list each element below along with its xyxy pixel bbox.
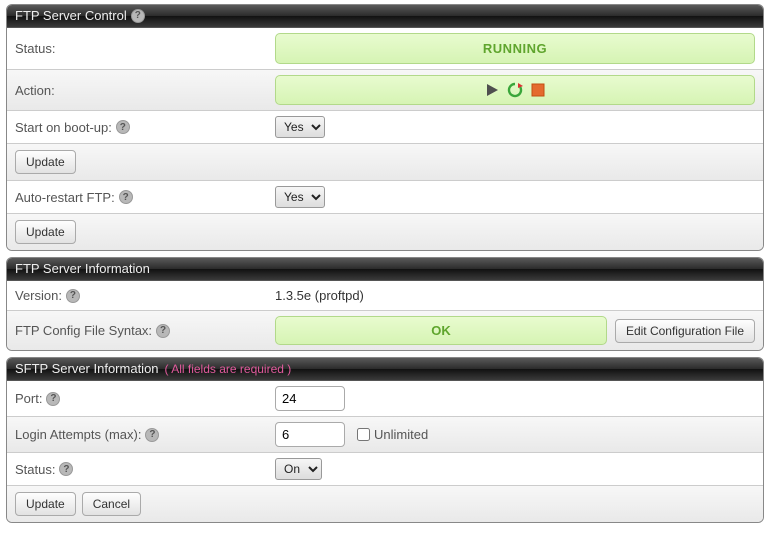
login-label: Login Attempts (max): [15,427,141,442]
version-row: Version: ? 1.3.5e (proftpd) [7,281,763,311]
help-icon[interactable]: ? [66,289,80,303]
port-label: Port: [15,391,42,406]
help-icon[interactable]: ? [59,462,73,476]
boot-row: Start on boot-up: ? Yes [7,111,763,144]
sftp-info-title: SFTP Server Information [15,361,159,376]
update-button[interactable]: Update [15,150,76,174]
syntax-value: OK [275,316,607,345]
boot-update-row: Update [7,144,763,181]
help-icon[interactable]: ? [156,324,170,338]
action-label: Action: [15,83,275,98]
syntax-label: FTP Config File Syntax: [15,323,152,338]
autorestart-update-row: Update [7,214,763,250]
play-icon[interactable] [485,83,499,97]
port-row: Port: ? [7,381,763,417]
sftp-info-panel: SFTP Server Information ( All fields are… [6,357,764,523]
boot-select[interactable]: Yes [275,116,325,138]
sftp-status-label: Status: [15,462,55,477]
boot-label: Start on boot-up: [15,120,112,135]
sftp-status-row: Status: ? On [7,453,763,486]
sftp-status-select[interactable]: On [275,458,322,480]
status-label: Status: [15,41,275,56]
unlimited-wrap: Unlimited [357,427,428,442]
autorestart-row: Auto-restart FTP: ? Yes [7,181,763,214]
ftp-control-header: FTP Server Control ? [7,5,763,28]
syntax-row: FTP Config File Syntax: ? OK Edit Config… [7,311,763,350]
required-note: ( All fields are required ) [165,362,292,376]
autorestart-select[interactable]: Yes [275,186,325,208]
help-icon[interactable]: ? [116,120,130,134]
help-icon[interactable]: ? [145,428,159,442]
action-row: Action: [7,70,763,111]
help-icon[interactable]: ? [119,190,133,204]
ftp-info-header: FTP Server Information [7,258,763,281]
help-icon[interactable]: ? [131,9,145,23]
ftp-info-panel: FTP Server Information Version: ? 1.3.5e… [6,257,764,351]
status-value: RUNNING [275,33,755,64]
version-value: 1.3.5e (proftpd) [275,288,364,303]
update-button[interactable]: Update [15,492,76,516]
action-pill [275,75,755,105]
restart-icon[interactable] [507,82,523,98]
unlimited-checkbox[interactable] [357,428,370,441]
update-button[interactable]: Update [15,220,76,244]
cancel-button[interactable]: Cancel [82,492,141,516]
sftp-info-header: SFTP Server Information ( All fields are… [7,358,763,381]
sftp-buttons-row: Update Cancel [7,486,763,522]
ftp-info-title: FTP Server Information [15,261,150,276]
port-input[interactable] [275,386,345,411]
login-row: Login Attempts (max): ? Unlimited [7,417,763,453]
status-row: Status: RUNNING [7,28,763,70]
ftp-control-title: FTP Server Control [15,8,127,23]
unlimited-label: Unlimited [374,427,428,442]
ftp-control-panel: FTP Server Control ? Status: RUNNING Act… [6,4,764,251]
version-label: Version: [15,288,62,303]
login-attempts-input[interactable] [275,422,345,447]
edit-config-button[interactable]: Edit Configuration File [615,319,755,343]
autorestart-label: Auto-restart FTP: [15,190,115,205]
stop-icon[interactable] [531,83,545,97]
help-icon[interactable]: ? [46,392,60,406]
